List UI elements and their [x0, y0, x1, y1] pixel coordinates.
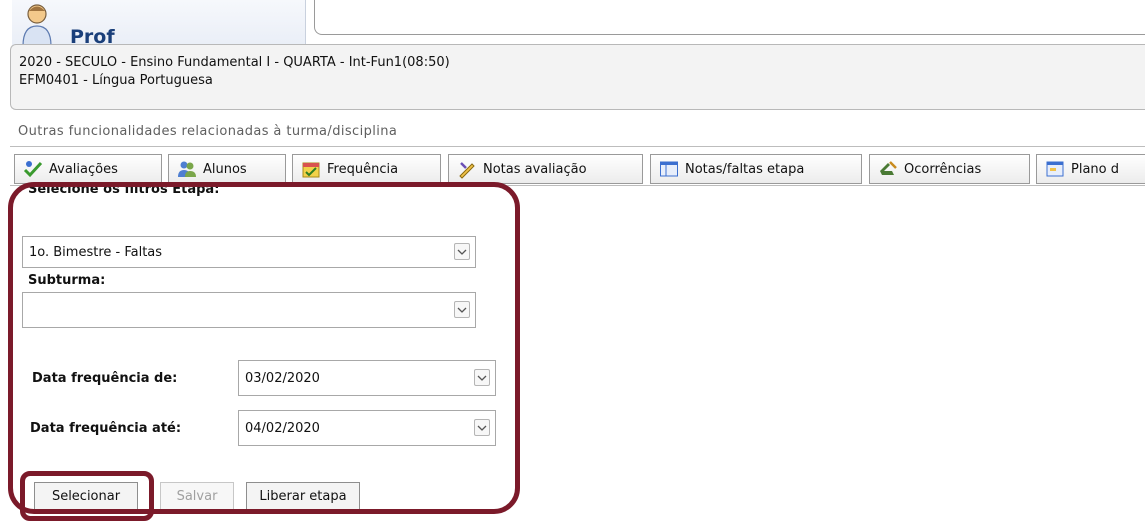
grid-icon: [660, 161, 678, 177]
tab-label: Alunos: [203, 161, 247, 177]
chevron-down-icon[interactable]: [474, 369, 490, 386]
date-to-value: 04/02/2020: [245, 420, 320, 436]
date-to-select[interactable]: 04/02/2020: [238, 410, 496, 446]
tab-frequencia[interactable]: Frequência: [292, 154, 441, 184]
user-avatar-icon: [20, 2, 54, 47]
tab-label: Avaliações: [49, 161, 118, 177]
date-from-value: 03/02/2020: [245, 370, 320, 386]
tab-label: Frequência: [327, 161, 399, 177]
tab-label: Plano d: [1071, 161, 1119, 177]
chevron-down-icon[interactable]: [474, 419, 490, 436]
tab-notas-faltas-etapa[interactable]: Notas/faltas etapa: [650, 154, 862, 184]
tab-alunos[interactable]: Alunos: [168, 154, 286, 184]
tab-label: Notas/faltas etapa: [685, 161, 805, 177]
attendance-icon: [302, 162, 320, 178]
etapa-select-value: 1o. Bimestre - Faltas: [29, 244, 163, 260]
evaluations-icon: [23, 161, 43, 178]
grades-icon: [459, 162, 475, 179]
filters-heading: Selecione os filtros Etapa:: [28, 186, 220, 197]
date-from-select[interactable]: 03/02/2020: [238, 360, 496, 396]
tab-avaliacoes[interactable]: Avaliações: [14, 154, 162, 184]
save-button[interactable]: Salvar: [160, 482, 234, 510]
select-button[interactable]: Selecionar: [34, 482, 138, 510]
chevron-down-icon[interactable]: [454, 243, 470, 260]
students-icon: [178, 161, 196, 177]
etapa-select[interactable]: 1o. Bimestre - Faltas: [22, 236, 476, 268]
tab-label: Notas avaliação: [483, 161, 587, 177]
occurrences-icon: [880, 161, 897, 175]
tab-label: Ocorrências: [904, 161, 982, 177]
section-title: Outras funcionalidades relacionadas à tu…: [18, 124, 398, 139]
filters-highlight-frame: [8, 182, 520, 514]
subturma-label: Subturma:: [28, 273, 106, 288]
date-from-label: Data frequência de:: [32, 371, 178, 386]
subject-info-line: EFM0401 - Língua Portuguesa: [19, 73, 213, 88]
tab-ocorrencias[interactable]: Ocorrências: [869, 154, 1030, 184]
release-stage-button[interactable]: Liberar etapa: [246, 482, 360, 510]
subturma-select[interactable]: [22, 292, 476, 328]
tab-plano[interactable]: Plano d: [1036, 154, 1145, 184]
top-content-box: [314, 0, 1145, 35]
class-info-box: 2020 - SECULO - Ensino Fundamental I - Q…: [10, 44, 1145, 110]
date-to-label: Data frequência até:: [30, 421, 182, 436]
class-info-line: 2020 - SECULO - Ensino Fundamental I - Q…: [19, 55, 450, 70]
plan-icon: [1046, 161, 1064, 177]
chevron-down-icon[interactable]: [454, 301, 470, 318]
tab-notas-avaliacao[interactable]: Notas avaliação: [448, 154, 643, 184]
